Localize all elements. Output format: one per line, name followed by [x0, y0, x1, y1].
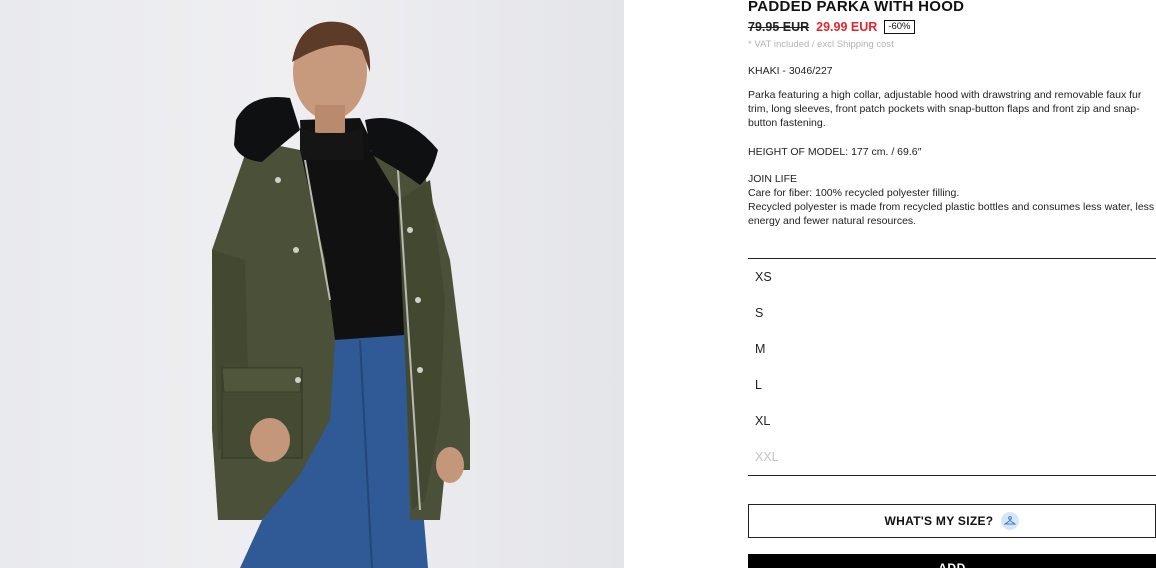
vat-note: * VAT included / excl Shipping cost [748, 39, 894, 50]
size-option-m[interactable]: M [748, 331, 1156, 367]
whats-my-size-button[interactable]: WHAT'S MY SIZE? [748, 504, 1156, 538]
size-option-s[interactable]: S [748, 295, 1156, 331]
product-description: Parka featuring a high collar, adjustabl… [748, 89, 1142, 129]
join-life-section: JOIN LIFE Care for fiber: 100% recycled … [748, 172, 1156, 228]
product-info-panel: PADDED PARKA WITH HOOD 79.95 EUR 29.99 E… [748, 0, 1156, 568]
join-life-detail: Recycled polyester is made from recycled… [748, 201, 1155, 227]
hanger-icon [1001, 512, 1020, 530]
discount-badge: -60% [884, 20, 915, 34]
size-selector: XS S M L XL XXL [748, 258, 1156, 476]
color-reference: KHAKI - 3046/227 [748, 65, 833, 77]
add-to-cart-button[interactable]: ADD [748, 554, 1156, 568]
product-title: PADDED PARKA WITH HOOD [748, 0, 965, 15]
original-price: 79.95 EUR [748, 20, 810, 34]
size-option-xs[interactable]: XS [748, 259, 1156, 295]
size-option-xl[interactable]: XL [748, 403, 1156, 439]
size-option-l[interactable]: L [748, 367, 1156, 403]
size-option-xxl: XXL [755, 450, 779, 464]
join-life-title: JOIN LIFE [748, 173, 798, 185]
whats-my-size-label: WHAT'S MY SIZE? [884, 514, 994, 528]
product-image [0, 0, 624, 568]
price-row: 79.95 EUR 29.99 EUR -60% [748, 20, 915, 34]
join-life-care: Care for fiber: 100% recycled polyester … [748, 187, 960, 199]
model-parka-illustration [212, 21, 470, 568]
sale-price: 29.99 EUR [816, 20, 878, 34]
model-height: HEIGHT OF MODEL: 177 cm. / 69.6″ [748, 146, 922, 158]
product-page: PADDED PARKA WITH HOOD 79.95 EUR 29.99 E… [0, 0, 1156, 568]
